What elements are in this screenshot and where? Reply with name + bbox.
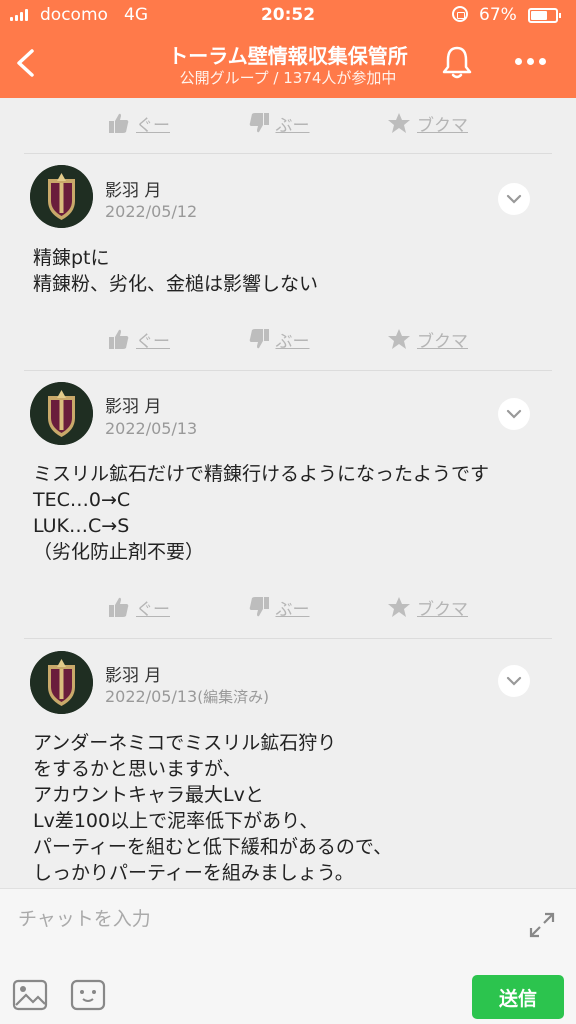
app-header: docomo 4G 20:52 67% トーラム壁情報収集保管所 公開グループ … <box>0 0 576 98</box>
avatar[interactable] <box>30 165 93 228</box>
bad-button[interactable]: ぶー <box>248 327 310 352</box>
more-icon[interactable] <box>515 52 555 70</box>
bookmark-label: ブクマ <box>417 599 468 620</box>
bad-label: ぶー <box>275 599 310 620</box>
message-author: 影羽 月 <box>105 666 162 686</box>
divider <box>24 153 552 154</box>
thumbs-up-icon <box>109 329 129 349</box>
chevron-down-icon <box>506 194 522 204</box>
star-icon <box>388 597 410 617</box>
chat-input[interactable] <box>18 903 498 935</box>
battery-level-fill <box>531 11 547 20</box>
bookmark-button[interactable]: ブクマ <box>387 111 468 136</box>
chevron-down-icon <box>506 409 522 419</box>
chevron-down-icon <box>506 676 522 686</box>
message-menu-button[interactable] <box>498 183 530 215</box>
bad-button[interactable]: ぶー <box>248 111 310 136</box>
thumbs-up-icon <box>109 597 129 617</box>
good-label: ぐー <box>136 115 170 136</box>
status-bar: docomo 4G 20:52 67% <box>0 0 576 30</box>
bookmark-label: ブクマ <box>417 331 468 352</box>
divider <box>24 638 552 639</box>
thumbs-down-icon <box>249 597 269 617</box>
message-date: 2022/05/13(編集済み) <box>105 687 269 706</box>
bad-label: ぶー <box>275 331 310 352</box>
avatar[interactable] <box>30 651 93 714</box>
expand-arrows-icon[interactable] <box>528 911 556 939</box>
battery-icon <box>528 8 561 23</box>
message-date: 2022/05/13 <box>105 419 198 438</box>
chat-composer: 送信 <box>0 888 576 1024</box>
reaction-bar: ぐー ぶー ブクマ <box>108 108 468 138</box>
bookmark-label: ブクマ <box>417 115 468 136</box>
bad-button[interactable]: ぶー <box>248 595 310 620</box>
good-label: ぐー <box>136 599 170 620</box>
thumbs-down-icon <box>249 329 269 349</box>
message-author: 影羽 月 <box>105 397 162 417</box>
reaction-bar: ぐー ぶー ブクマ <box>108 592 468 622</box>
message-body: アンダーネミコでミスリル鉱石狩り をするかと思いますが、 アカウントキャラ最大L… <box>33 732 393 884</box>
star-icon <box>388 113 410 133</box>
message-menu-button[interactable] <box>498 665 530 697</box>
group-subtitle: 公開グループ / 1374人が参加中 <box>179 69 397 87</box>
reaction-bar: ぐー ぶー ブクマ <box>108 324 468 354</box>
message-body: 精錬ptに 精錬粉、劣化、金槌は影響しない <box>33 247 319 295</box>
message-body: ミスリル鉱石だけで精錬行けるようになったようです TEC…0→C LUK…C→S… <box>33 463 490 563</box>
good-button[interactable]: ぐー <box>108 595 170 620</box>
orientation-lock-icon <box>452 6 468 22</box>
bad-label: ぶー <box>275 115 310 136</box>
group-title: トーラム壁情報収集保管所 <box>168 44 408 68</box>
bookmark-button[interactable]: ブクマ <box>387 327 468 352</box>
message-menu-button[interactable] <box>498 398 530 430</box>
good-label: ぐー <box>136 331 170 352</box>
message-date: 2022/05/12 <box>105 202 198 221</box>
bell-icon[interactable] <box>440 44 474 80</box>
message-feed[interactable]: ぐー ぶー ブクマ 影羽 月 2022/05/12 精錬ptに 精錬粉、劣化、金… <box>0 98 576 888</box>
thumbs-up-icon <box>109 113 129 133</box>
battery-percent: 67% <box>479 5 517 25</box>
good-button[interactable]: ぐー <box>108 111 170 136</box>
image-icon[interactable] <box>12 979 48 1011</box>
divider <box>24 370 552 371</box>
sticker-icon[interactable] <box>70 979 106 1011</box>
thumbs-down-icon <box>249 113 269 133</box>
good-button[interactable]: ぐー <box>108 327 170 352</box>
star-icon <box>388 329 410 349</box>
bookmark-button[interactable]: ブクマ <box>387 595 468 620</box>
avatar[interactable] <box>30 382 93 445</box>
message-author: 影羽 月 <box>105 181 162 201</box>
send-button[interactable]: 送信 <box>472 975 564 1019</box>
